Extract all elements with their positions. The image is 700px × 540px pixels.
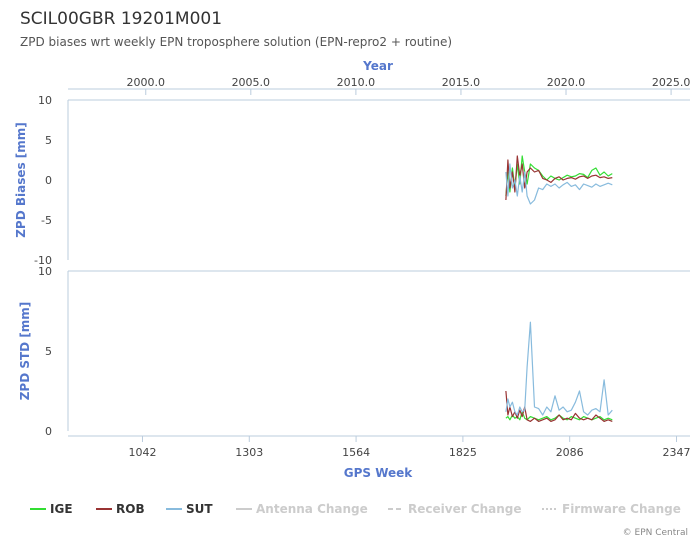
year-tick-label: 2020.0	[547, 76, 586, 89]
gps-week-tick-label: 1825	[449, 446, 477, 459]
legend-item-receiver-change: Receiver Change	[408, 502, 522, 516]
chart-subtitle: ZPD biases wrt weekly EPN troposphere so…	[20, 35, 452, 49]
gps-week-tick-label: 1042	[128, 446, 156, 459]
std-axis-title: ZPD STD [mm]	[18, 302, 32, 401]
legend-item-antenna-change: Antenna Change	[256, 502, 368, 516]
y-tick-label: 5	[45, 134, 52, 147]
year-tick-label: 2010.0	[337, 76, 376, 89]
credit-text: © EPN Central	[623, 528, 688, 538]
y-tick-label: 5	[45, 345, 52, 358]
legend-item-sut: SUT	[186, 502, 213, 516]
y-tick-label: 10	[38, 94, 52, 107]
legend-item-ige: IGE	[50, 502, 73, 516]
chart-marks: 2000.0 2005.0 2010.0 2015.0 2020.0 2025.0 1042…	[30, 76, 690, 516]
series-line-sut	[505, 321, 613, 416]
gps-week-tick-label: 2347	[662, 446, 690, 459]
gps-week-tick-label: 1564	[342, 446, 370, 459]
year-tick-label: 2005.0	[232, 76, 271, 89]
gps-week-tick-label: 1303	[235, 446, 263, 459]
legend-item-firmware-change: Firmware Change	[562, 502, 681, 516]
legend-item-rob: ROB	[116, 502, 145, 516]
y-tick-label: -5	[41, 214, 52, 227]
year-tick-label: 2025.0	[652, 76, 691, 89]
chart-svg: SCIL00GBR 19201M001 ZPD biases wrt weekl…	[14, 9, 690, 538]
series-line-rob	[505, 390, 613, 422]
gps-week-axis-title: GPS Week	[344, 466, 414, 480]
bias-axis-title: ZPD Biases [mm]	[14, 122, 28, 238]
year-axis-title: Year	[362, 59, 393, 73]
gps-week-tick-label: 2086	[556, 446, 584, 459]
chart-title: SCIL00GBR 19201M001	[20, 9, 222, 29]
series-line-sut	[505, 163, 613, 205]
year-tick-label: 2000.0	[127, 76, 166, 89]
y-tick-label: 0	[45, 174, 52, 187]
y-tick-label: 0	[45, 425, 52, 438]
y-tick-label: 10	[38, 265, 52, 278]
year-tick-label: 2015.0	[442, 76, 481, 89]
